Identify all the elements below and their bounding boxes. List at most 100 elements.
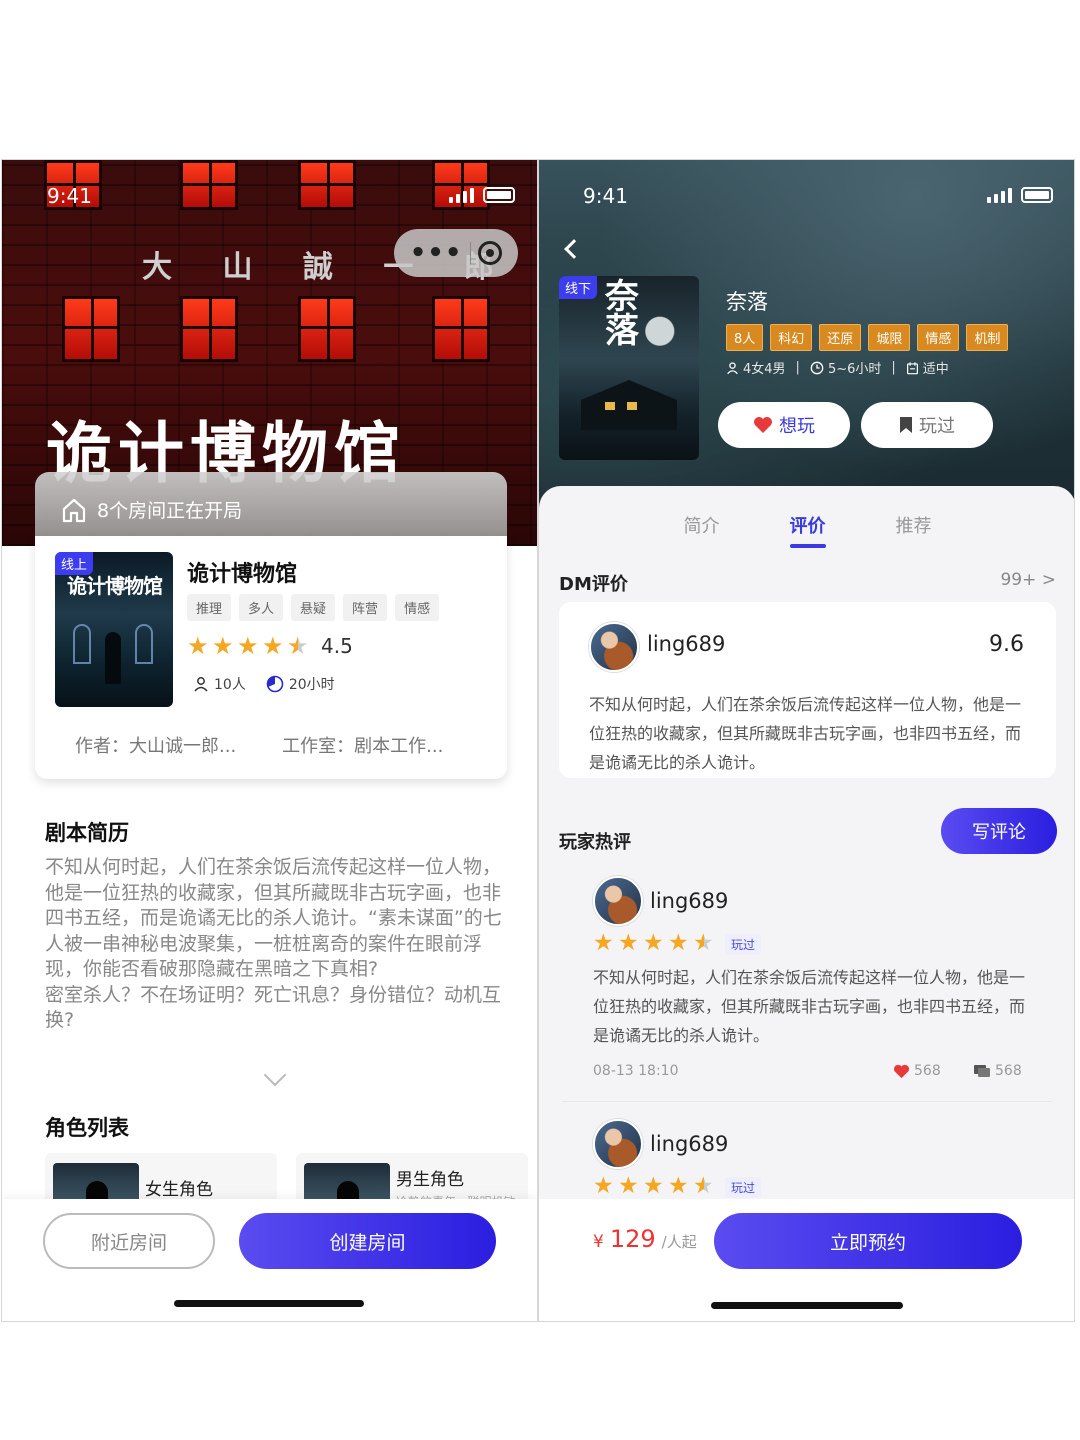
star-icon: ★ [212, 632, 234, 660]
review-text: 不知从何时起，人们在茶余饭后流传起这样一位人物，他是一位狂热的收藏家，但其所藏既… [593, 968, 1026, 1045]
comment-count[interactable]: 568 [973, 1063, 1022, 1079]
write-review-button[interactable]: 写评论 [941, 808, 1057, 854]
game-tag: 多人 [239, 594, 284, 621]
review-time: 08-13 18:10 [593, 1063, 679, 1079]
bottom-bar: ¥129/人起 立即预约 [539, 1199, 1074, 1321]
played-label: 玩过 [919, 416, 955, 437]
tab-intro[interactable]: 简介 [684, 512, 720, 538]
game-meta: 10人 20小时 [193, 674, 335, 694]
avatar[interactable] [593, 1119, 643, 1169]
game-tags: 8人 科幻 还原 城限 情感 机制 [726, 324, 1009, 351]
star-icon: ★ [237, 632, 259, 660]
rooms-open-text: 8个房间正在开局 [97, 499, 243, 522]
star-icon: ★ [643, 1173, 664, 1199]
bookmark-icon [900, 417, 912, 433]
reviewer-name[interactable]: ling689 [647, 632, 725, 656]
game-cover: 诡计博物馆 线上 [55, 552, 173, 707]
duration: 20小时 [288, 677, 335, 693]
signal-icon [449, 188, 474, 203]
dm-review-card: ling689 9.6 不知从何时起，人们在茶余饭后流传起这样一位人物，他是一位… [559, 602, 1056, 778]
want-to-play-button[interactable]: 想玩 [718, 402, 850, 448]
studio[interactable]: 工作室：剧本工作... [282, 732, 443, 758]
game-tag: 科幻 [770, 324, 813, 351]
offline-badge: 线下 [559, 276, 598, 299]
star-icon: ★ [187, 632, 209, 660]
tab-bar: 简介 评价 推荐 [539, 512, 1074, 548]
battery-icon [483, 187, 515, 203]
status-time: 9:41 [47, 184, 92, 208]
star-rating: ★ ★ ★ ★ ★ [187, 632, 309, 660]
played-button[interactable]: 玩过 [861, 402, 993, 448]
star-icon: ★ [618, 1173, 639, 1199]
cover-title: 奈落 [605, 277, 639, 351]
person-icon [194, 677, 208, 692]
reviewer-name[interactable]: ling689 [650, 1132, 728, 1156]
close-miniapp-icon[interactable] [478, 241, 503, 265]
online-badge: 线上 [55, 552, 94, 575]
game-name: 诡计博物馆 [187, 562, 298, 587]
avatar[interactable] [589, 622, 639, 672]
author[interactable]: 作者：大山诚一郎... [75, 732, 236, 758]
bottom-bar: 附近房间 创建房间 [2, 1199, 537, 1321]
house-icon [61, 497, 87, 523]
game-tag: 机制 [966, 324, 1009, 351]
content-panel: 简介 评价 推荐 DM评价 99+ > ling689 9.6 不知从何时起，人… [539, 486, 1074, 1321]
game-tag: 阵营 [343, 594, 388, 621]
star-icon: ★ [668, 1173, 689, 1199]
half-star-icon: ★ [287, 632, 309, 660]
cast: 4女4男 [743, 362, 786, 377]
played-tag: 玩过 [725, 1177, 762, 1198]
game-tags: 推理 多人 悬疑 阵营 情感 [187, 594, 440, 621]
nearby-rooms-button[interactable]: 附近房间 [43, 1213, 215, 1269]
person-icon [727, 361, 738, 374]
miniapp-capsule: ••• [394, 229, 518, 277]
game-tag: 推理 [187, 594, 232, 621]
tab-recommend[interactable]: 推荐 [896, 512, 932, 538]
create-room-button[interactable]: 创建房间 [239, 1213, 496, 1269]
player-count: 10人 [214, 677, 246, 693]
more-icon[interactable]: ••• [410, 240, 463, 266]
want-label: 想玩 [779, 416, 815, 437]
clock-icon [810, 361, 824, 374]
game-cover: 奈落 线下 [559, 276, 699, 460]
reviewer-name[interactable]: ling689 [650, 889, 728, 913]
book-now-button[interactable]: 立即预约 [714, 1213, 1022, 1269]
role-label: 男生角色 [396, 1170, 464, 1190]
tab-reviews[interactable]: 评价 [789, 512, 826, 548]
divider [563, 1101, 1052, 1102]
game-tag: 悬疑 [291, 594, 336, 621]
game-meta: 4女4男 | 5~6小时 | 适中 [726, 358, 949, 377]
comment-number: 568 [995, 1063, 1022, 1079]
status-bar: 9:41 [539, 160, 1074, 230]
star-rating: ★ ★ ★ ★ ★ [593, 1173, 715, 1199]
rooms-open-bar[interactable]: 8个房间正在开局 [35, 472, 507, 546]
star-icon: ★ [593, 930, 614, 956]
role-label: 女生角色 [145, 1180, 213, 1200]
game-tag: 城限 [868, 324, 911, 351]
rating-value: 4.5 [321, 634, 353, 658]
signal-icon [987, 188, 1012, 203]
dm-review-title: DM评价 [559, 574, 628, 595]
price-currency: ¥ [593, 1232, 604, 1252]
dm-more-link[interactable]: 99+ > [1000, 570, 1056, 590]
game-tag: 情感 [395, 594, 440, 621]
duration: 5~6小时 [827, 362, 882, 377]
status-bar: 9:41 [2, 160, 537, 230]
dm-score: 9.6 [989, 632, 1024, 657]
star-icon: ★ [262, 632, 284, 660]
played-tag: 玩过 [725, 934, 762, 955]
half-star-icon: ★ [693, 1173, 714, 1199]
like-number: 568 [914, 1063, 941, 1079]
avatar[interactable] [593, 876, 643, 926]
expand-chevron-icon[interactable] [263, 1063, 287, 1087]
left-screen: 大 山 誠 一 郎 诡计博物馆 9:41 ••• 8个房间正在开局 诡计博物馆 … [1, 159, 538, 1322]
right-screen: 9:41 奈落 线下 奈落 8人 科幻 还原 城限 情感 机制 4女4男 | 5… [538, 159, 1075, 1322]
game-tag: 8人 [726, 324, 764, 351]
like-count[interactable]: 568 [893, 1063, 941, 1079]
dm-review-text: 不知从何时起，人们在茶余饭后流传起这样一位人物，他是一位狂热的收藏家，但其所藏既… [589, 695, 1022, 772]
clock-icon [266, 675, 284, 693]
home-indicator [174, 1300, 364, 1307]
heart-icon [754, 417, 772, 433]
comment-icon [974, 1064, 990, 1077]
home-indicator [711, 1302, 903, 1309]
